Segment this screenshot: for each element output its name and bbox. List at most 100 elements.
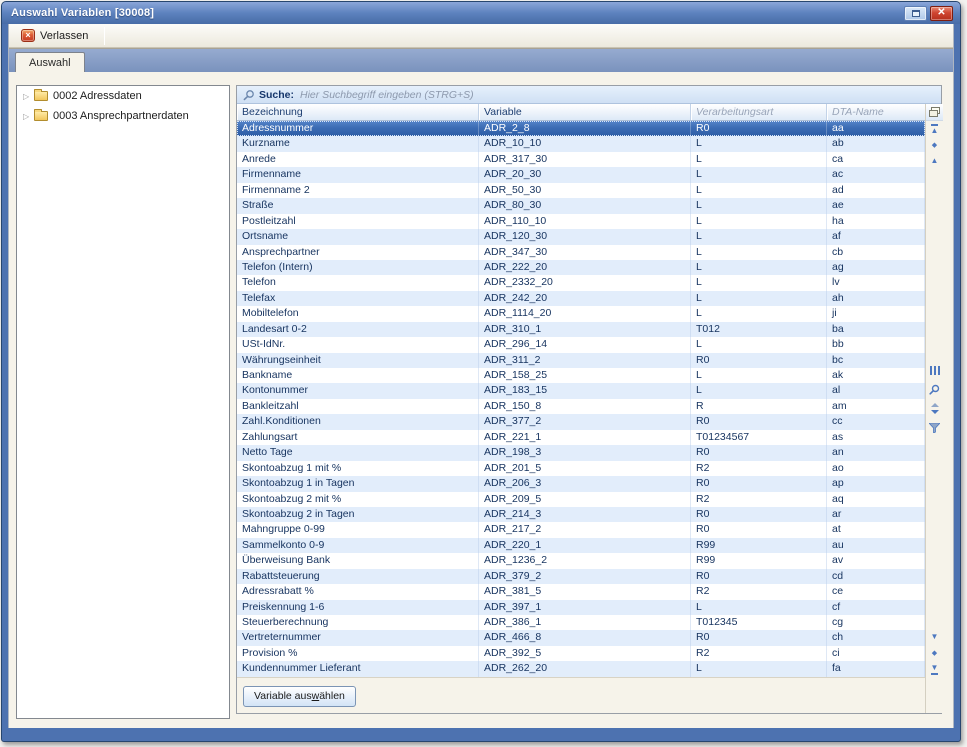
table-row[interactable]: MobiltelefonADR_1114_20Lji: [237, 306, 925, 321]
tree-item-adressdaten[interactable]: ▷ 0002 Adressdaten: [17, 86, 229, 106]
scroll-to-top-button[interactable]: ▲: [927, 121, 943, 137]
expand-icon[interactable]: ▷: [23, 112, 34, 121]
close-button[interactable]: ✕: [930, 6, 953, 21]
cell-variable: ADR_379_2: [479, 569, 691, 584]
table-row[interactable]: Telefon (Intern)ADR_222_20Lag: [237, 260, 925, 275]
table-row[interactable]: WährungseinheitADR_311_2R0bc: [237, 353, 925, 368]
cell-bezeichnung: Kurzname: [237, 136, 479, 151]
table-row[interactable]: KontonummerADR_183_15Lal: [237, 383, 925, 398]
cell-verarbeitungsart: R0: [691, 445, 827, 460]
table-row[interactable]: Skontoabzug 1 mit %ADR_201_5R2ao: [237, 461, 925, 476]
cell-variable: ADR_377_2: [479, 414, 691, 429]
table-row[interactable]: KurznameADR_10_10Lab: [237, 136, 925, 151]
tab-auswahl[interactable]: Auswahl: [15, 52, 85, 72]
columns-icon[interactable]: [927, 363, 943, 379]
cell-bezeichnung: Zahlungsart: [237, 430, 479, 445]
tree-item-ansprechpartnerdaten[interactable]: ▷ 0003 Ansprechpartnerdaten: [17, 106, 229, 126]
scroll-down-button[interactable]: ▼: [927, 629, 943, 645]
column-header-dta-name[interactable]: DTA-Name: [827, 104, 925, 120]
cell-verarbeitungsart: R99: [691, 538, 827, 553]
scroll-to-bottom-button[interactable]: ▼: [927, 661, 943, 677]
sort-icon[interactable]: [927, 401, 943, 417]
table-row[interactable]: PostleitzahlADR_110_10Lha: [237, 214, 925, 229]
search-label: Suche:: [259, 89, 294, 101]
cell-verarbeitungsart: T01234567: [691, 430, 827, 445]
table-row[interactable]: AnredeADR_317_30Lca: [237, 152, 925, 167]
exit-button[interactable]: × Verlassen: [16, 26, 96, 45]
table-row[interactable]: Netto TageADR_198_3R0an: [237, 445, 925, 460]
table-row[interactable]: RabattsteuerungADR_379_2R0cd: [237, 569, 925, 584]
table-row[interactable]: Provision %ADR_392_5R2ci: [237, 646, 925, 661]
scroll-up-button[interactable]: ▲: [927, 153, 943, 169]
search-input[interactable]: [300, 89, 941, 101]
table-row[interactable]: Preiskennung 1-6ADR_397_1Lcf: [237, 600, 925, 615]
table-row[interactable]: SteuerberechnungADR_386_1T012345cg: [237, 615, 925, 630]
table-row[interactable]: BanknameADR_158_25Lak: [237, 368, 925, 383]
table-row[interactable]: Landesart 0-2ADR_310_1T012ba: [237, 322, 925, 337]
table-row[interactable]: Adressrabatt %ADR_381_5R2ce: [237, 584, 925, 599]
cell-verarbeitungsart: L: [691, 183, 827, 198]
table-row[interactable]: TelefaxADR_242_20Lah: [237, 291, 925, 306]
table-row[interactable]: StraßeADR_80_30Lae: [237, 198, 925, 213]
cell-variable: ADR_311_2: [479, 353, 691, 368]
cell-dta-name: cg: [827, 615, 925, 630]
search-bar: Suche:: [237, 86, 941, 104]
table-row[interactable]: OrtsnameADR_120_30Laf: [237, 229, 925, 244]
column-header-verarbeitungsart[interactable]: Verarbeitungsart: [691, 104, 827, 120]
cell-bezeichnung: Skontoabzug 2 in Tagen: [237, 507, 479, 522]
table-row[interactable]: Zahl.KonditionenADR_377_2R0cc: [237, 414, 925, 429]
cell-verarbeitungsart: R0: [691, 522, 827, 537]
cell-dta-name: am: [827, 399, 925, 414]
column-header-variable[interactable]: Variable: [479, 104, 691, 120]
cell-dta-name: ao: [827, 461, 925, 476]
category-tree: ▷ 0002 Adressdaten ▷ 0003 Ansprechpartne…: [16, 85, 230, 719]
table-row[interactable]: FirmennameADR_20_30Lac: [237, 167, 925, 182]
table-row[interactable]: Skontoabzug 1 in TagenADR_206_3R0ap: [237, 476, 925, 491]
cell-verarbeitungsart: L: [691, 337, 827, 352]
cell-verarbeitungsart: L: [691, 291, 827, 306]
table-row[interactable]: Überweisung BankADR_1236_2R99av: [237, 553, 925, 568]
cell-bezeichnung: Ortsname: [237, 229, 479, 244]
column-header-bezeichnung[interactable]: Bezeichnung: [237, 104, 479, 120]
table-row[interactable]: VertreternummerADR_466_8R0ch: [237, 630, 925, 645]
column-chooser-button[interactable]: [926, 104, 943, 121]
toolbar: × Verlassen: [9, 24, 953, 48]
table-row[interactable]: TelefonADR_2332_20Llv: [237, 275, 925, 290]
exit-x-icon: ×: [21, 29, 35, 42]
title-bar[interactable]: Auswahl Variablen [30008] ✕: [2, 2, 960, 24]
table-row[interactable]: Firmenname 2ADR_50_30Lad: [237, 183, 925, 198]
table-row[interactable]: AdressnummerADR_2_8R0aa: [237, 121, 925, 136]
expand-icon[interactable]: ▷: [23, 92, 34, 101]
cell-dta-name: ae: [827, 198, 925, 213]
cell-bezeichnung: Telefon: [237, 275, 479, 290]
scroll-page-up-button[interactable]: ◆: [927, 137, 943, 153]
cell-bezeichnung: Vertreternummer: [237, 630, 479, 645]
grid-footer: Variable auswählen: [237, 677, 925, 713]
table-row[interactable]: Skontoabzug 2 mit %ADR_209_5R2aq: [237, 492, 925, 507]
cell-verarbeitungsart: L: [691, 152, 827, 167]
table-row[interactable]: Sammelkonto 0-9ADR_220_1R99au: [237, 538, 925, 553]
cell-bezeichnung: Landesart 0-2: [237, 322, 479, 337]
table-row[interactable]: Mahngruppe 0-99ADR_217_2R0at: [237, 522, 925, 537]
scroll-page-down-button[interactable]: ◆: [927, 645, 943, 661]
cell-variable: ADR_20_30: [479, 167, 691, 182]
table-row[interactable]: Skontoabzug 2 in TagenADR_214_3R0ar: [237, 507, 925, 522]
grid-search-icon[interactable]: [927, 382, 943, 398]
filter-icon[interactable]: [927, 420, 943, 436]
table-row[interactable]: USt-IdNr.ADR_296_14Lbb: [237, 337, 925, 352]
table-row[interactable]: BankleitzahlADR_150_8Ram: [237, 399, 925, 414]
cell-bezeichnung: Bankname: [237, 368, 479, 383]
restore-button[interactable]: [904, 6, 927, 21]
cell-bezeichnung: Überweisung Bank: [237, 553, 479, 568]
cell-variable: ADR_392_5: [479, 646, 691, 661]
cell-bezeichnung: Adressnummer: [237, 121, 479, 136]
table-row[interactable]: ZahlungsartADR_221_1T01234567as: [237, 430, 925, 445]
title-buttons: ✕: [904, 6, 960, 21]
cell-verarbeitungsart: L: [691, 229, 827, 244]
table-row[interactable]: Kundennummer LieferantADR_262_20Lfa: [237, 661, 925, 676]
column-chooser-icon: [929, 107, 940, 117]
cell-dta-name: ba: [827, 322, 925, 337]
table-row[interactable]: AnsprechpartnerADR_347_30Lcb: [237, 245, 925, 260]
select-variable-button[interactable]: Variable auswählen: [243, 686, 356, 707]
cell-bezeichnung: Skontoabzug 2 mit %: [237, 492, 479, 507]
